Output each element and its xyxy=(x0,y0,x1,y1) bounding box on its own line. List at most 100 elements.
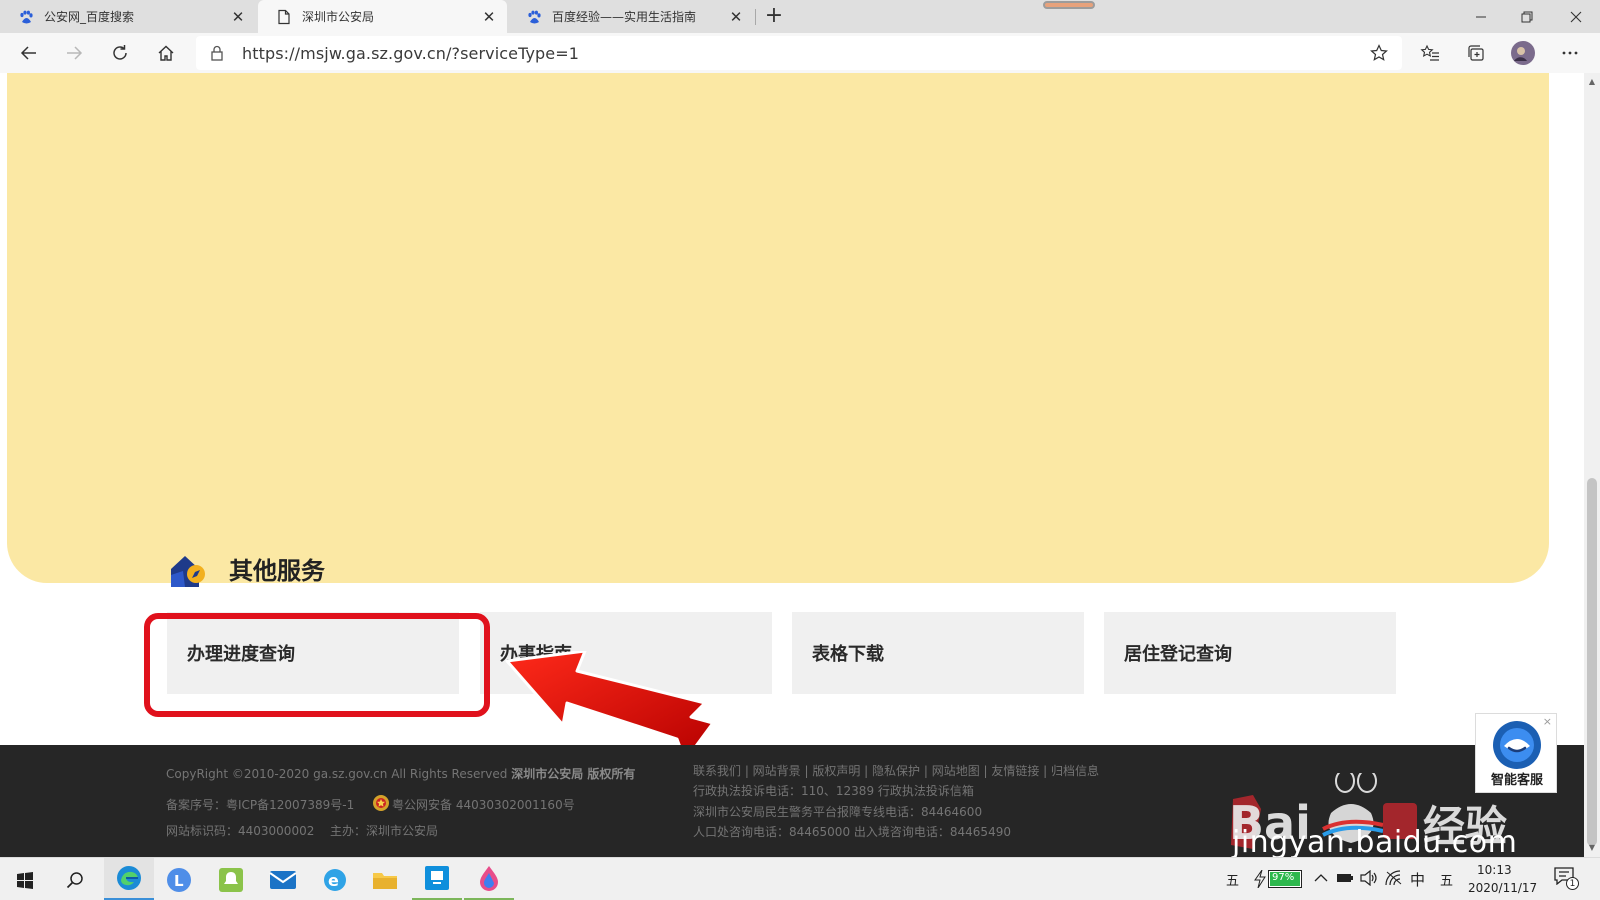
footer-host: 主办：深圳市公安局 xyxy=(330,824,439,838)
restore-icon xyxy=(1521,11,1533,22)
folder-icon xyxy=(373,872,397,889)
tab-separator xyxy=(755,9,756,25)
service-form-download[interactable]: 表格下载 xyxy=(792,612,1084,694)
taskbar-mail[interactable] xyxy=(258,858,308,900)
back-button[interactable] xyxy=(13,37,45,69)
minimize-button[interactable] xyxy=(1458,0,1504,33)
green-app-icon xyxy=(219,867,243,892)
search-button[interactable] xyxy=(50,858,100,900)
tab-szpolice[interactable]: 深圳市公安局 ✕ xyxy=(258,0,507,33)
ime-mode-right[interactable]: 五 xyxy=(1440,870,1453,889)
tab-close-icon[interactable]: ✕ xyxy=(728,8,744,26)
avatar xyxy=(1511,41,1535,65)
section-title: 其他服务 xyxy=(229,557,325,585)
taskbar-app-green[interactable] xyxy=(206,858,256,900)
taskbar-app-l[interactable]: L xyxy=(154,858,204,900)
tab-baidu-search[interactable]: 公安网_百度搜索 ✕ xyxy=(0,0,256,33)
notification-badge: 1 xyxy=(1566,877,1579,890)
ie-browser-icon: e xyxy=(324,868,346,891)
tab-strip: 公安网_百度搜索 ✕ 深圳市公安局 ✕ 百度经验——实用生活指南 ✕ + xyxy=(0,0,1600,33)
l-app-icon: L xyxy=(167,867,191,892)
footer-links[interactable]: 联系我们 | 网站背景 | 版权声明 | 隐私保护 | 网站地图 | 友情链接 … xyxy=(693,762,1099,779)
windows-taskbar: L e 五 97% 中 五 10:13 2020/11/17 1 xyxy=(0,857,1600,900)
scrollbar-thumb[interactable] xyxy=(1587,478,1597,846)
services-house-icon xyxy=(171,556,205,587)
service-label: 居住登记查询 xyxy=(1124,644,1232,665)
home-button[interactable] xyxy=(150,37,182,69)
restore-button[interactable] xyxy=(1504,0,1550,33)
tab-label: 百度经验——实用生活指南 xyxy=(552,10,697,24)
minimize-icon xyxy=(1476,16,1486,17)
clock-date[interactable]: 2020/11/17 xyxy=(1468,881,1537,895)
service-label: 表格下载 xyxy=(812,644,884,665)
tab-close-icon[interactable]: ✕ xyxy=(481,8,497,26)
footer-copyright: CopyRight ©2010-2020 ga.sz.gov.cn All Ri… xyxy=(166,765,635,782)
tab-label: 深圳市公安局 xyxy=(302,10,375,24)
new-tab-button[interactable]: + xyxy=(760,0,788,33)
taskbar-explorer[interactable] xyxy=(360,858,410,900)
lock-icon xyxy=(211,45,223,61)
owner-text: 深圳市公安局 版权所有 xyxy=(511,767,636,781)
charging-bolt-icon xyxy=(1254,870,1266,888)
widget-label: 智能客服 xyxy=(1490,773,1543,788)
footer-site-id: 网站标识码：4403000002 xyxy=(166,824,315,838)
footer-police-record[interactable]: 粤公网安备 44030302001160号 xyxy=(392,796,575,813)
favorite-star-icon[interactable] xyxy=(1370,44,1388,62)
ime-mode-left[interactable]: 五 xyxy=(1226,870,1239,889)
widget-close-icon[interactable]: × xyxy=(1543,715,1552,728)
service-residence-query[interactable]: 居住登记查询 xyxy=(1104,612,1396,694)
address-toolbar: https://msjw.ga.sz.gov.cn/?serviceType=1 xyxy=(0,33,1600,73)
baidu-paw-icon xyxy=(528,10,541,23)
footer-icp[interactable]: 备案序号：粤ICP备12007389号-1 xyxy=(166,796,354,813)
chevron-up-icon[interactable] xyxy=(1314,873,1328,883)
scroll-down-arrow-icon[interactable]: ▼ xyxy=(1584,841,1600,855)
forward-arrow-icon xyxy=(67,46,83,60)
baidu-paw-icon xyxy=(20,10,33,23)
tab-label: 公安网_百度搜索 xyxy=(44,10,135,24)
taskbar-app-drop[interactable] xyxy=(464,858,514,900)
footer-hotline: 深圳市公安局民生警务平台报障专线电话：84464600 xyxy=(693,805,983,819)
more-menu-button[interactable] xyxy=(1554,37,1586,69)
mail-icon xyxy=(269,870,297,889)
close-window-button[interactable] xyxy=(1553,0,1599,33)
collections-icon xyxy=(1468,45,1484,61)
tab-close-icon[interactable]: ✕ xyxy=(230,8,246,26)
more-dots-icon xyxy=(1562,51,1578,55)
action-center-button[interactable]: 1 xyxy=(1554,867,1580,891)
clock-time[interactable]: 10:13 xyxy=(1477,863,1512,877)
drag-handle[interactable] xyxy=(1043,1,1095,9)
collections-button[interactable] xyxy=(1460,37,1492,69)
url-text: https://msjw.ga.sz.gov.cn/?serviceType=1 xyxy=(242,44,580,63)
back-arrow-icon xyxy=(20,46,36,60)
profile-button[interactable] xyxy=(1507,37,1539,69)
page-icon xyxy=(278,9,290,24)
forward-button[interactable] xyxy=(58,37,90,69)
search-icon xyxy=(66,871,83,888)
battery-indicator[interactable]: 97% xyxy=(1268,870,1302,888)
refresh-button[interactable] xyxy=(104,37,136,69)
police-emblem-icon xyxy=(373,795,389,811)
start-button[interactable] xyxy=(0,858,50,900)
favorites-list-icon xyxy=(1420,44,1439,61)
battery-percent: 97% xyxy=(1272,872,1295,883)
home-icon xyxy=(158,45,174,61)
taskbar-edge[interactable] xyxy=(104,858,154,900)
smart-service-widget[interactable]: × 智能客服 xyxy=(1475,713,1557,793)
page-scrollbar[interactable]: ▲ ▼ xyxy=(1584,73,1600,857)
address-bar[interactable]: https://msjw.ga.sz.gov.cn/?serviceType=1 xyxy=(196,36,1402,70)
tab-baidu-jingyan[interactable]: 百度经验——实用生活指南 ✕ xyxy=(508,0,754,33)
close-icon xyxy=(1570,11,1582,22)
favorites-button[interactable] xyxy=(1414,37,1446,69)
ime-language[interactable]: 中 xyxy=(1410,869,1425,890)
battery-small-icon[interactable] xyxy=(1336,872,1354,884)
volume-icon[interactable] xyxy=(1360,870,1378,886)
taskbar-ie[interactable]: e xyxy=(310,858,360,900)
banner-panel xyxy=(7,73,1549,583)
chatbot-icon xyxy=(1493,721,1541,769)
taskbar-app-blue[interactable] xyxy=(412,858,462,900)
watermark-url: jingyan.baidu.com xyxy=(1232,825,1518,857)
scroll-up-arrow-icon[interactable]: ▲ xyxy=(1584,75,1600,89)
footer-consult: 人口处咨询电话：84465000 出入境咨询电话：84465490 xyxy=(693,825,1011,839)
page-viewport: 其他服务 办理进度查询 办事指南 表格下载 居住登记查询 CopyRight ©… xyxy=(0,73,1584,857)
network-icon[interactable] xyxy=(1385,870,1403,886)
